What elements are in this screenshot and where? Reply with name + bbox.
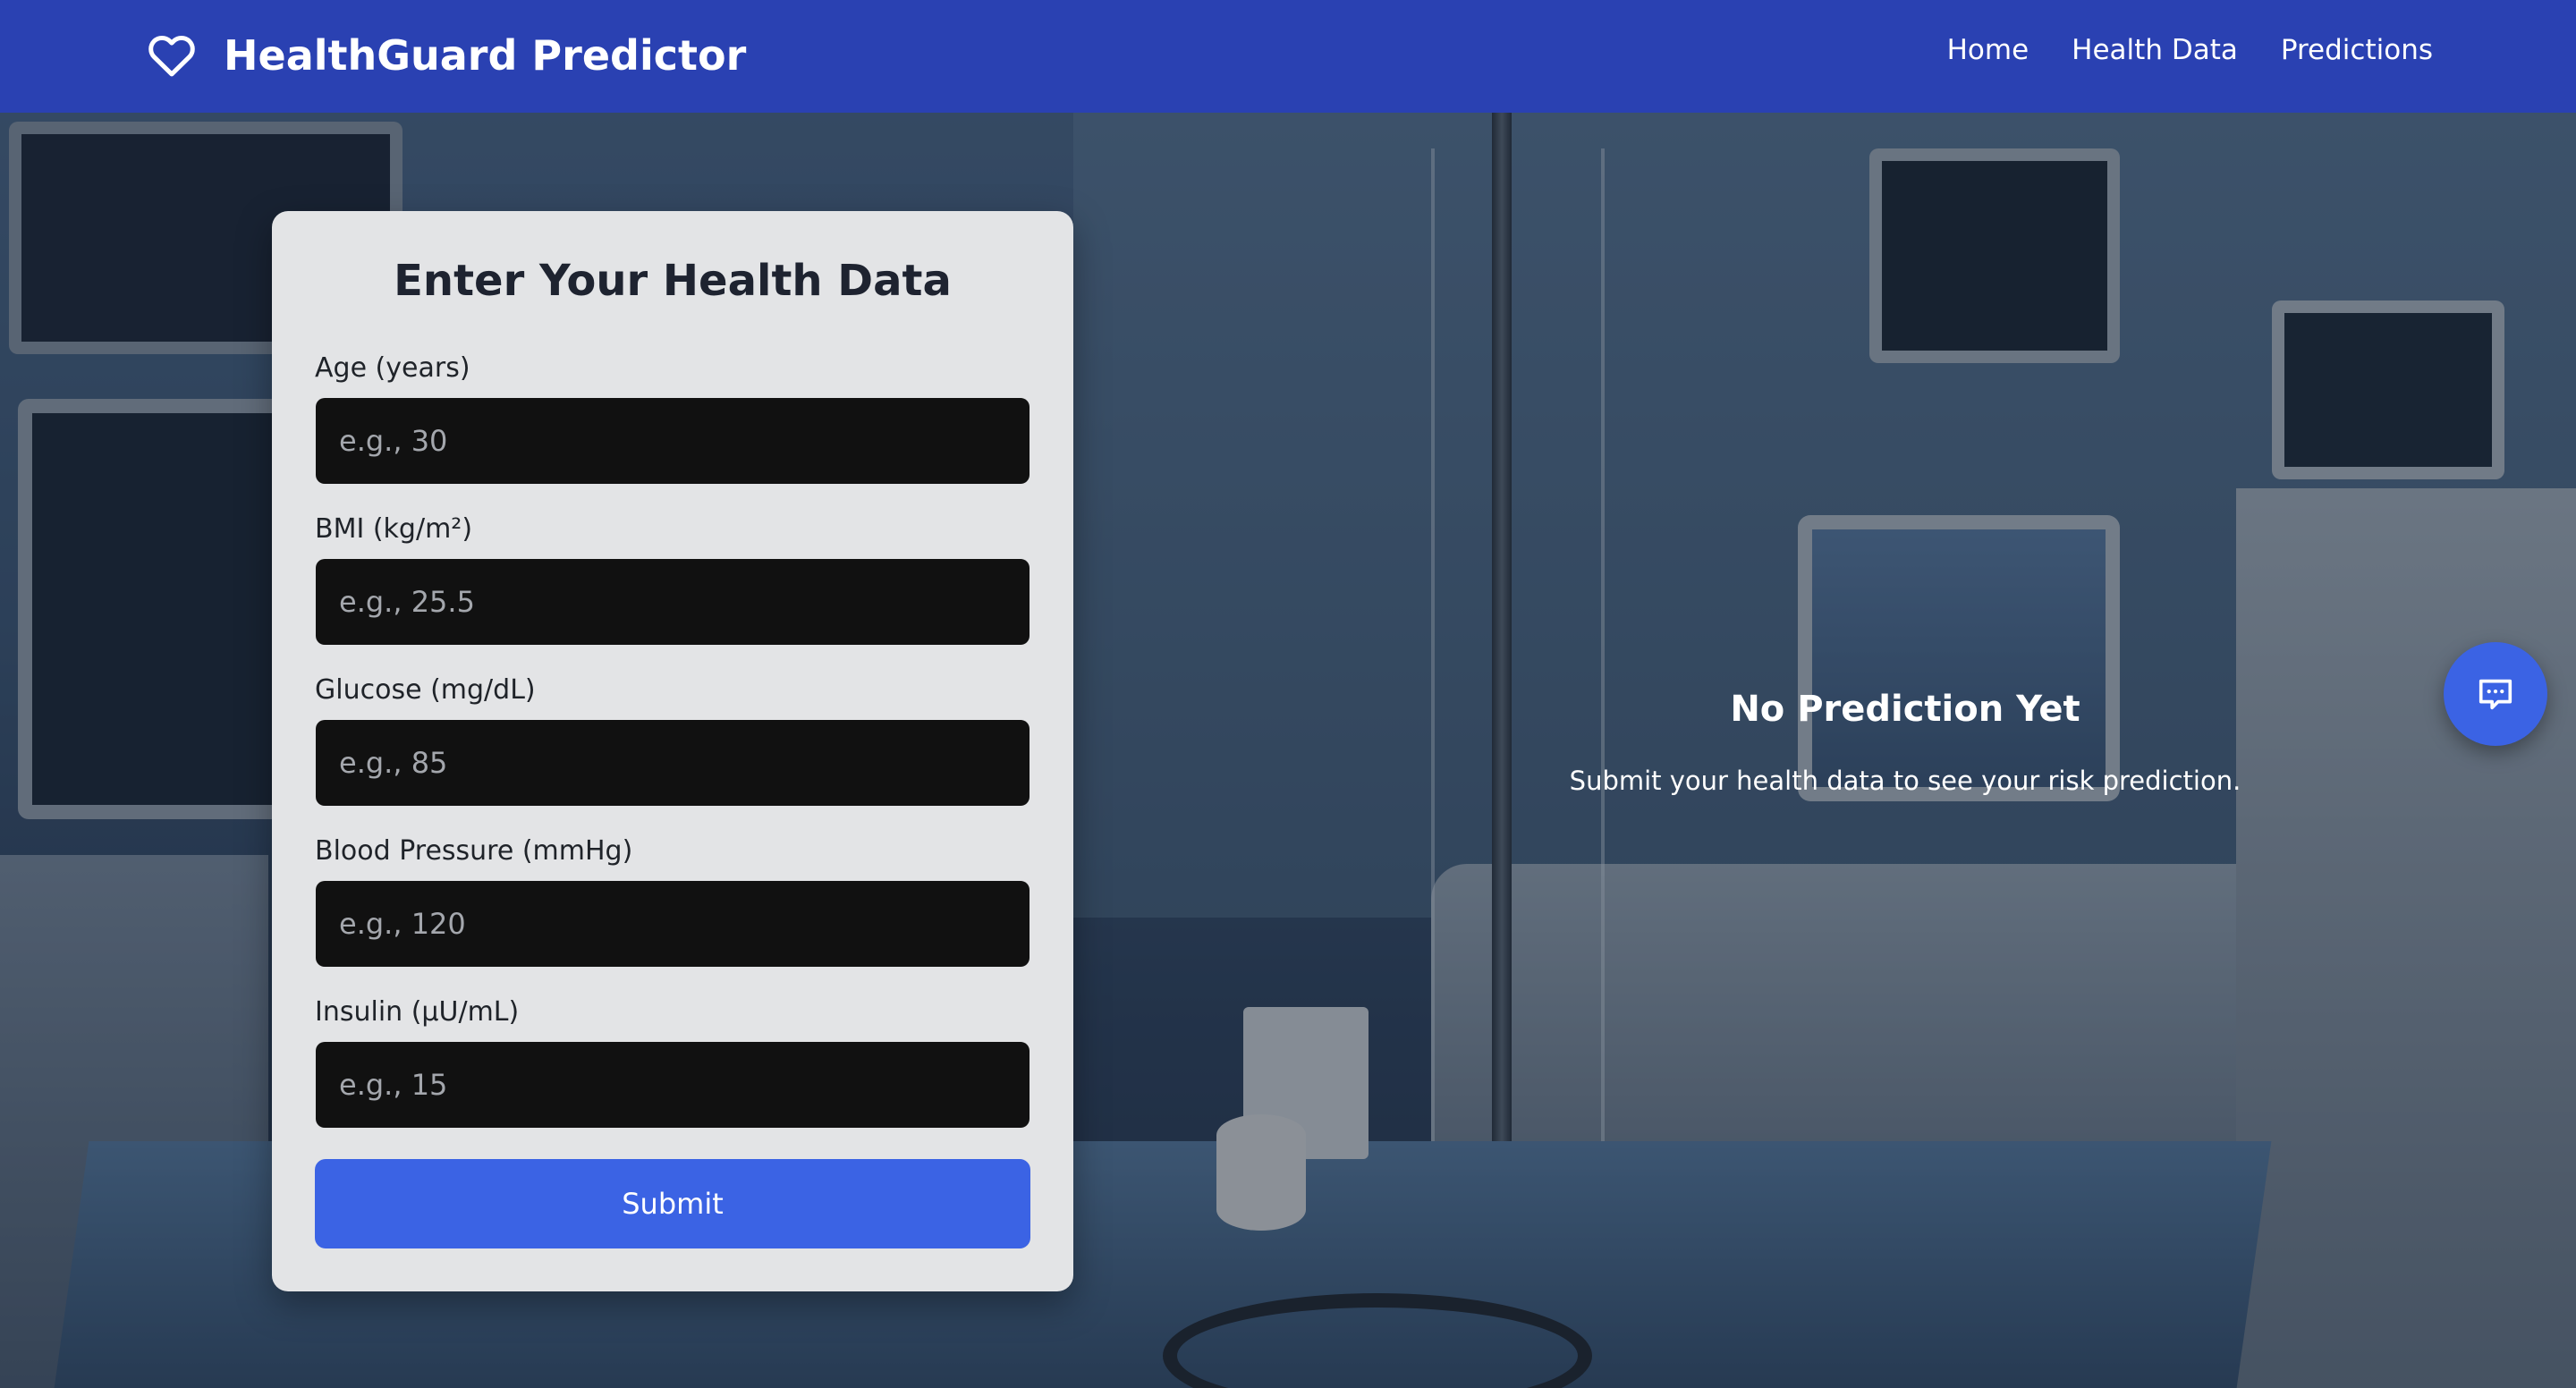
glucose-input[interactable] [316, 720, 1030, 806]
nav-link-health-data[interactable]: Health Data [2072, 34, 2238, 66]
prediction-message: Submit your health data to see your risk… [1569, 766, 2241, 796]
blood-pressure-label: Blood Pressure (mmHg) [315, 835, 633, 867]
nav-links: Home Health Data Predictions [1947, 34, 2433, 66]
nav-link-predictions[interactable]: Predictions [2281, 34, 2433, 66]
age-label: Age (years) [315, 352, 470, 384]
brand[interactable]: HealthGuard Predictor [147, 27, 746, 84]
form-heading: Enter Your Health Data [394, 256, 952, 306]
heart-icon [148, 35, 195, 77]
brand-title: HealthGuard Predictor [224, 31, 747, 80]
nav-link-home[interactable]: Home [1947, 34, 2029, 66]
insulin-label: Insulin (µU/mL) [315, 996, 520, 1028]
chat-button[interactable] [2444, 642, 2547, 746]
glucose-label: Glucose (mg/dL) [315, 674, 536, 706]
bmi-label: BMI (kg/m²) [315, 513, 473, 545]
age-input[interactable] [316, 398, 1030, 484]
chat-bubble-icon [2479, 679, 2512, 710]
prediction-title: No Prediction Yet [1730, 689, 2080, 730]
blood-pressure-input[interactable] [316, 881, 1030, 967]
bmi-input[interactable] [316, 559, 1030, 645]
submit-button[interactable]: Submit [315, 1159, 1030, 1248]
health-data-form: Enter Your Health Data Age (years) BMI (… [272, 211, 1073, 1291]
prediction-empty-state: No Prediction Yet Submit your health dat… [1449, 689, 2361, 796]
insulin-input[interactable] [316, 1042, 1030, 1128]
navbar: HealthGuard Predictor Home Health Data P… [0, 0, 2576, 113]
